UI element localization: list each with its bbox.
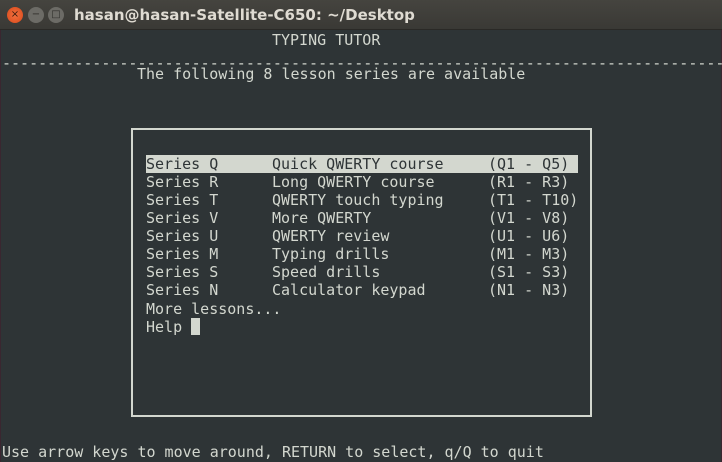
menu-item-r[interactable]: Series R Long QWERTY course (R1 - R3) bbox=[146, 173, 578, 191]
menu-item-range: (T1 - T10) bbox=[488, 191, 579, 209]
menu-item-n[interactable]: Series N Calculator keypad (N1 - N3) bbox=[146, 281, 578, 299]
menu-item-t[interactable]: Series T QWERTY touch typing (T1 - T10) bbox=[146, 191, 578, 209]
close-icon: × bbox=[10, 9, 20, 20]
more-lessons-item[interactable]: More lessons... bbox=[146, 300, 281, 318]
close-button[interactable]: × bbox=[7, 7, 23, 23]
menu-item-range: (V1 - V8) bbox=[488, 209, 570, 227]
menu-item-range: (S1 - S3) bbox=[488, 263, 570, 281]
menu-item-range: (M1 - M3) bbox=[488, 245, 570, 263]
menu-item-name: More QWERTY bbox=[272, 209, 372, 227]
menu-item-name: Speed drills bbox=[272, 263, 381, 281]
menu-item-range: (Q1 - Q5) bbox=[488, 155, 570, 173]
menu-item-range: (N1 - N3) bbox=[488, 281, 570, 299]
menu-item-q[interactable]: Series Q Quick QWERTY course (Q1 - Q5) bbox=[146, 155, 578, 173]
maximize-icon: □ bbox=[51, 9, 61, 20]
maximize-button[interactable]: □ bbox=[48, 7, 64, 23]
menu-item-m[interactable]: Series M Typing drills (M1 - M3) bbox=[146, 245, 578, 263]
menu-item-name: Quick QWERTY course bbox=[272, 155, 444, 173]
menu-item-series: Series U bbox=[146, 227, 219, 245]
text-cursor bbox=[191, 318, 200, 335]
menu-item-range: (U1 - U6) bbox=[488, 227, 570, 245]
menu-item-name: QWERTY touch typing bbox=[272, 191, 444, 209]
menu-item-series: Series N bbox=[146, 281, 219, 299]
menu-item-u[interactable]: Series U QWERTY review (U1 - U6) bbox=[146, 227, 578, 245]
menu-item-s[interactable]: Series S Speed drills (S1 - S3) bbox=[146, 263, 578, 281]
menu-item-name: Typing drills bbox=[272, 245, 390, 263]
footer-hint: Use arrow keys to move around, RETURN to… bbox=[2, 443, 544, 461]
window-title: hasan@hasan-Satellite-C650: ~/Desktop bbox=[74, 6, 415, 24]
terminal-area[interactable]: TYPING TUTOR ---------------------------… bbox=[0, 30, 722, 462]
window-titlebar[interactable]: × − □ hasan@hasan-Satellite-C650: ~/Desk… bbox=[0, 0, 722, 30]
menu-item-name: Calculator keypad bbox=[272, 281, 426, 299]
minimize-button[interactable]: − bbox=[28, 7, 44, 23]
menu-item-series: Series Q bbox=[146, 155, 219, 173]
help-item[interactable]: Help bbox=[146, 318, 182, 336]
subtitle: The following 8 lesson series are availa… bbox=[137, 65, 526, 83]
menu-item-series: Series V bbox=[146, 209, 219, 227]
menu-item-name: Long QWERTY course bbox=[272, 173, 435, 191]
menu-item-name: QWERTY review bbox=[272, 227, 390, 245]
menu-item-series: Series S bbox=[146, 263, 219, 281]
minimize-icon: − bbox=[31, 9, 41, 20]
menu-item-series: Series T bbox=[146, 191, 219, 209]
menu-item-series: Series R bbox=[146, 173, 219, 191]
menu-item-v[interactable]: Series V More QWERTY (V1 - V8) bbox=[146, 209, 578, 227]
menu-item-series: Series M bbox=[146, 245, 219, 263]
app-title: TYPING TUTOR bbox=[272, 31, 381, 49]
menu-item-range: (R1 - R3) bbox=[488, 173, 570, 191]
